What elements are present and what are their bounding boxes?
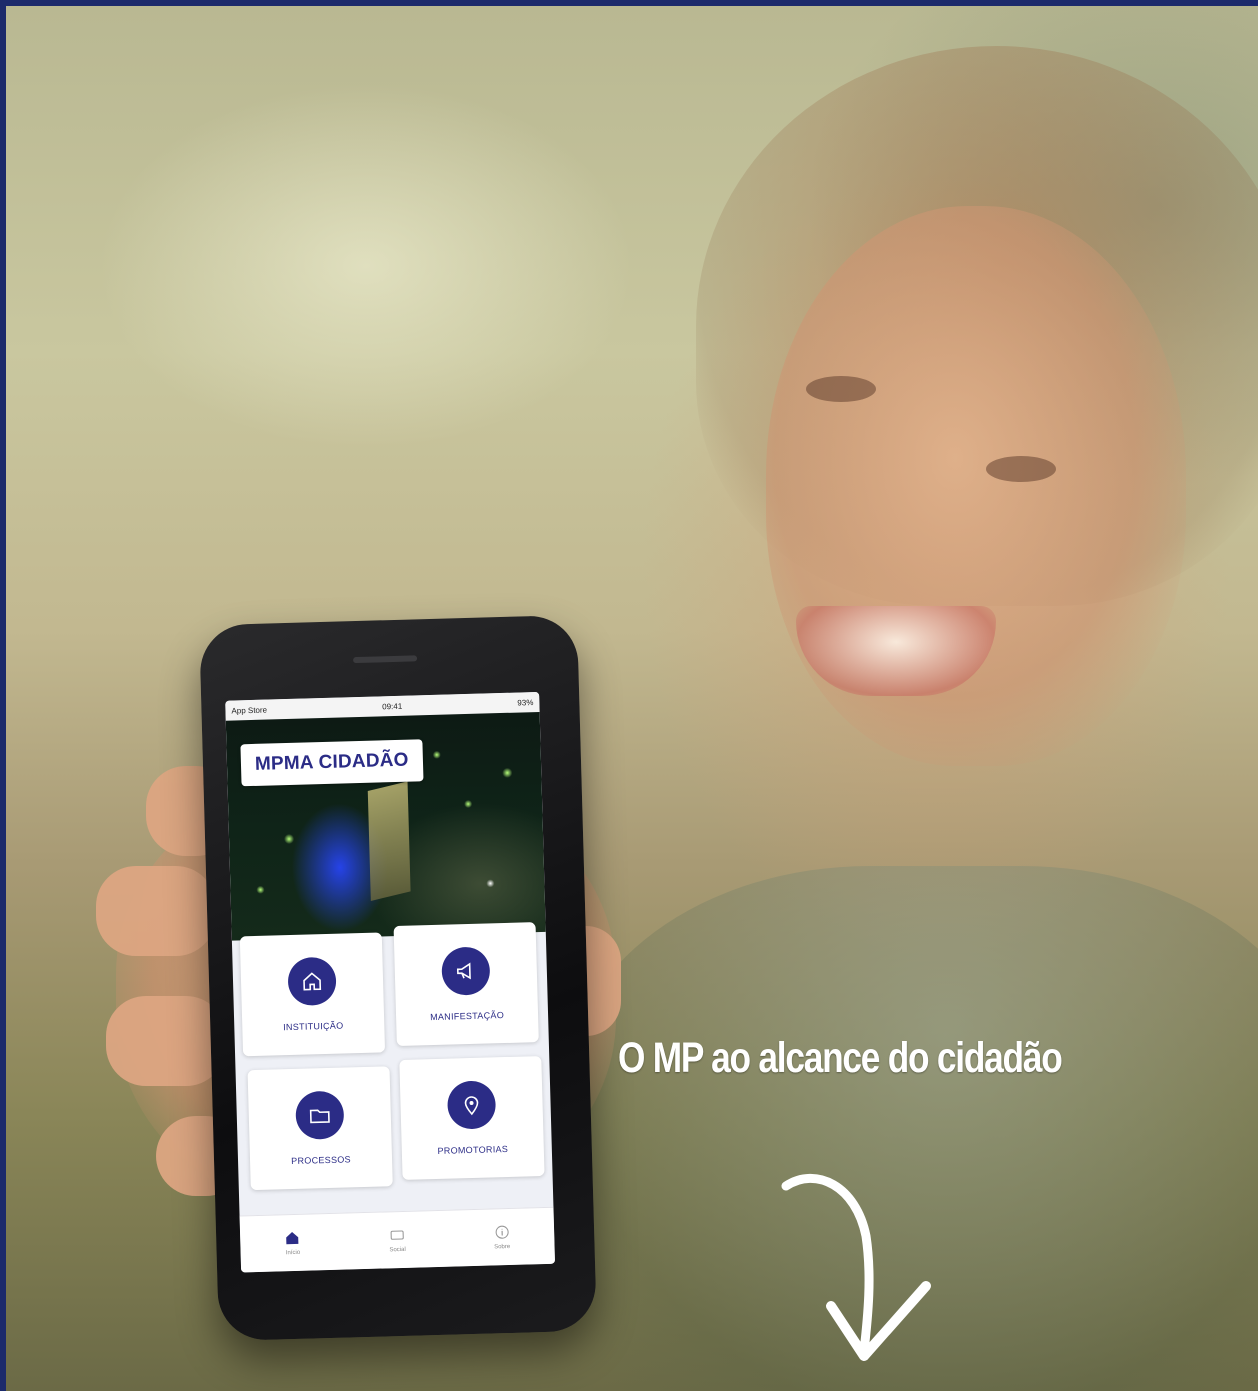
arrow-down-icon [781,1173,931,1361]
home-icon [287,956,337,1007]
menu-card-label: PROMOTORIAS [437,1143,509,1156]
tab-label: Social [389,1246,406,1254]
menu-card-manifestacao[interactable]: MANIFESTAÇÃO [393,922,539,1047]
tab-sobre[interactable]: Sobre [462,1223,543,1251]
smartphone: App Store 09:41 93% MPMA CIDADÃO INSTITU… [199,614,597,1342]
battery-label: 93% [517,697,534,708]
info-icon [495,1225,509,1239]
menu-card-label: PROCESSOS [291,1154,352,1167]
app-screen: App Store 09:41 93% MPMA CIDADÃO INSTITU… [225,691,556,1273]
background-photo: App Store 09:41 93% MPMA CIDADÃO INSTITU… [6,6,1258,1391]
clock: 09:41 [382,701,403,711]
tab-label: Sobre [494,1243,511,1251]
finger [106,996,226,1086]
tab-label: Início [285,1249,301,1257]
folder-icon [295,1090,345,1140]
social-icon [390,1230,404,1240]
finger [96,866,216,956]
location-pin-icon [446,1080,497,1130]
megaphone-icon [441,946,491,996]
menu-card-promotorias[interactable]: PROMOTORIAS [399,1056,545,1180]
menu-card-label: MANIFESTAÇÃO [429,1010,505,1023]
building [367,781,411,901]
tab-bar: Início Social Sobre [239,1206,556,1273]
eye [986,456,1056,482]
tab-inicio[interactable]: Início [252,1229,333,1257]
menu-card-processos[interactable]: PROCESSOS [247,1066,393,1191]
menu-card-instituicao[interactable]: INSTITUIÇÃO [239,932,386,1057]
eye [806,376,876,402]
menu-card-label: INSTITUIÇÃO [283,1020,344,1033]
tagline: O MP ao alcance do cidadão [618,1034,1063,1082]
home-icon [286,1232,299,1245]
carrier-label: App Store [231,705,268,716]
hero-image: MPMA CIDADÃO [225,711,546,941]
phone-speaker [353,655,418,664]
tab-social[interactable]: Social [357,1226,438,1254]
app-title: MPMA CIDADÃO [240,739,424,787]
